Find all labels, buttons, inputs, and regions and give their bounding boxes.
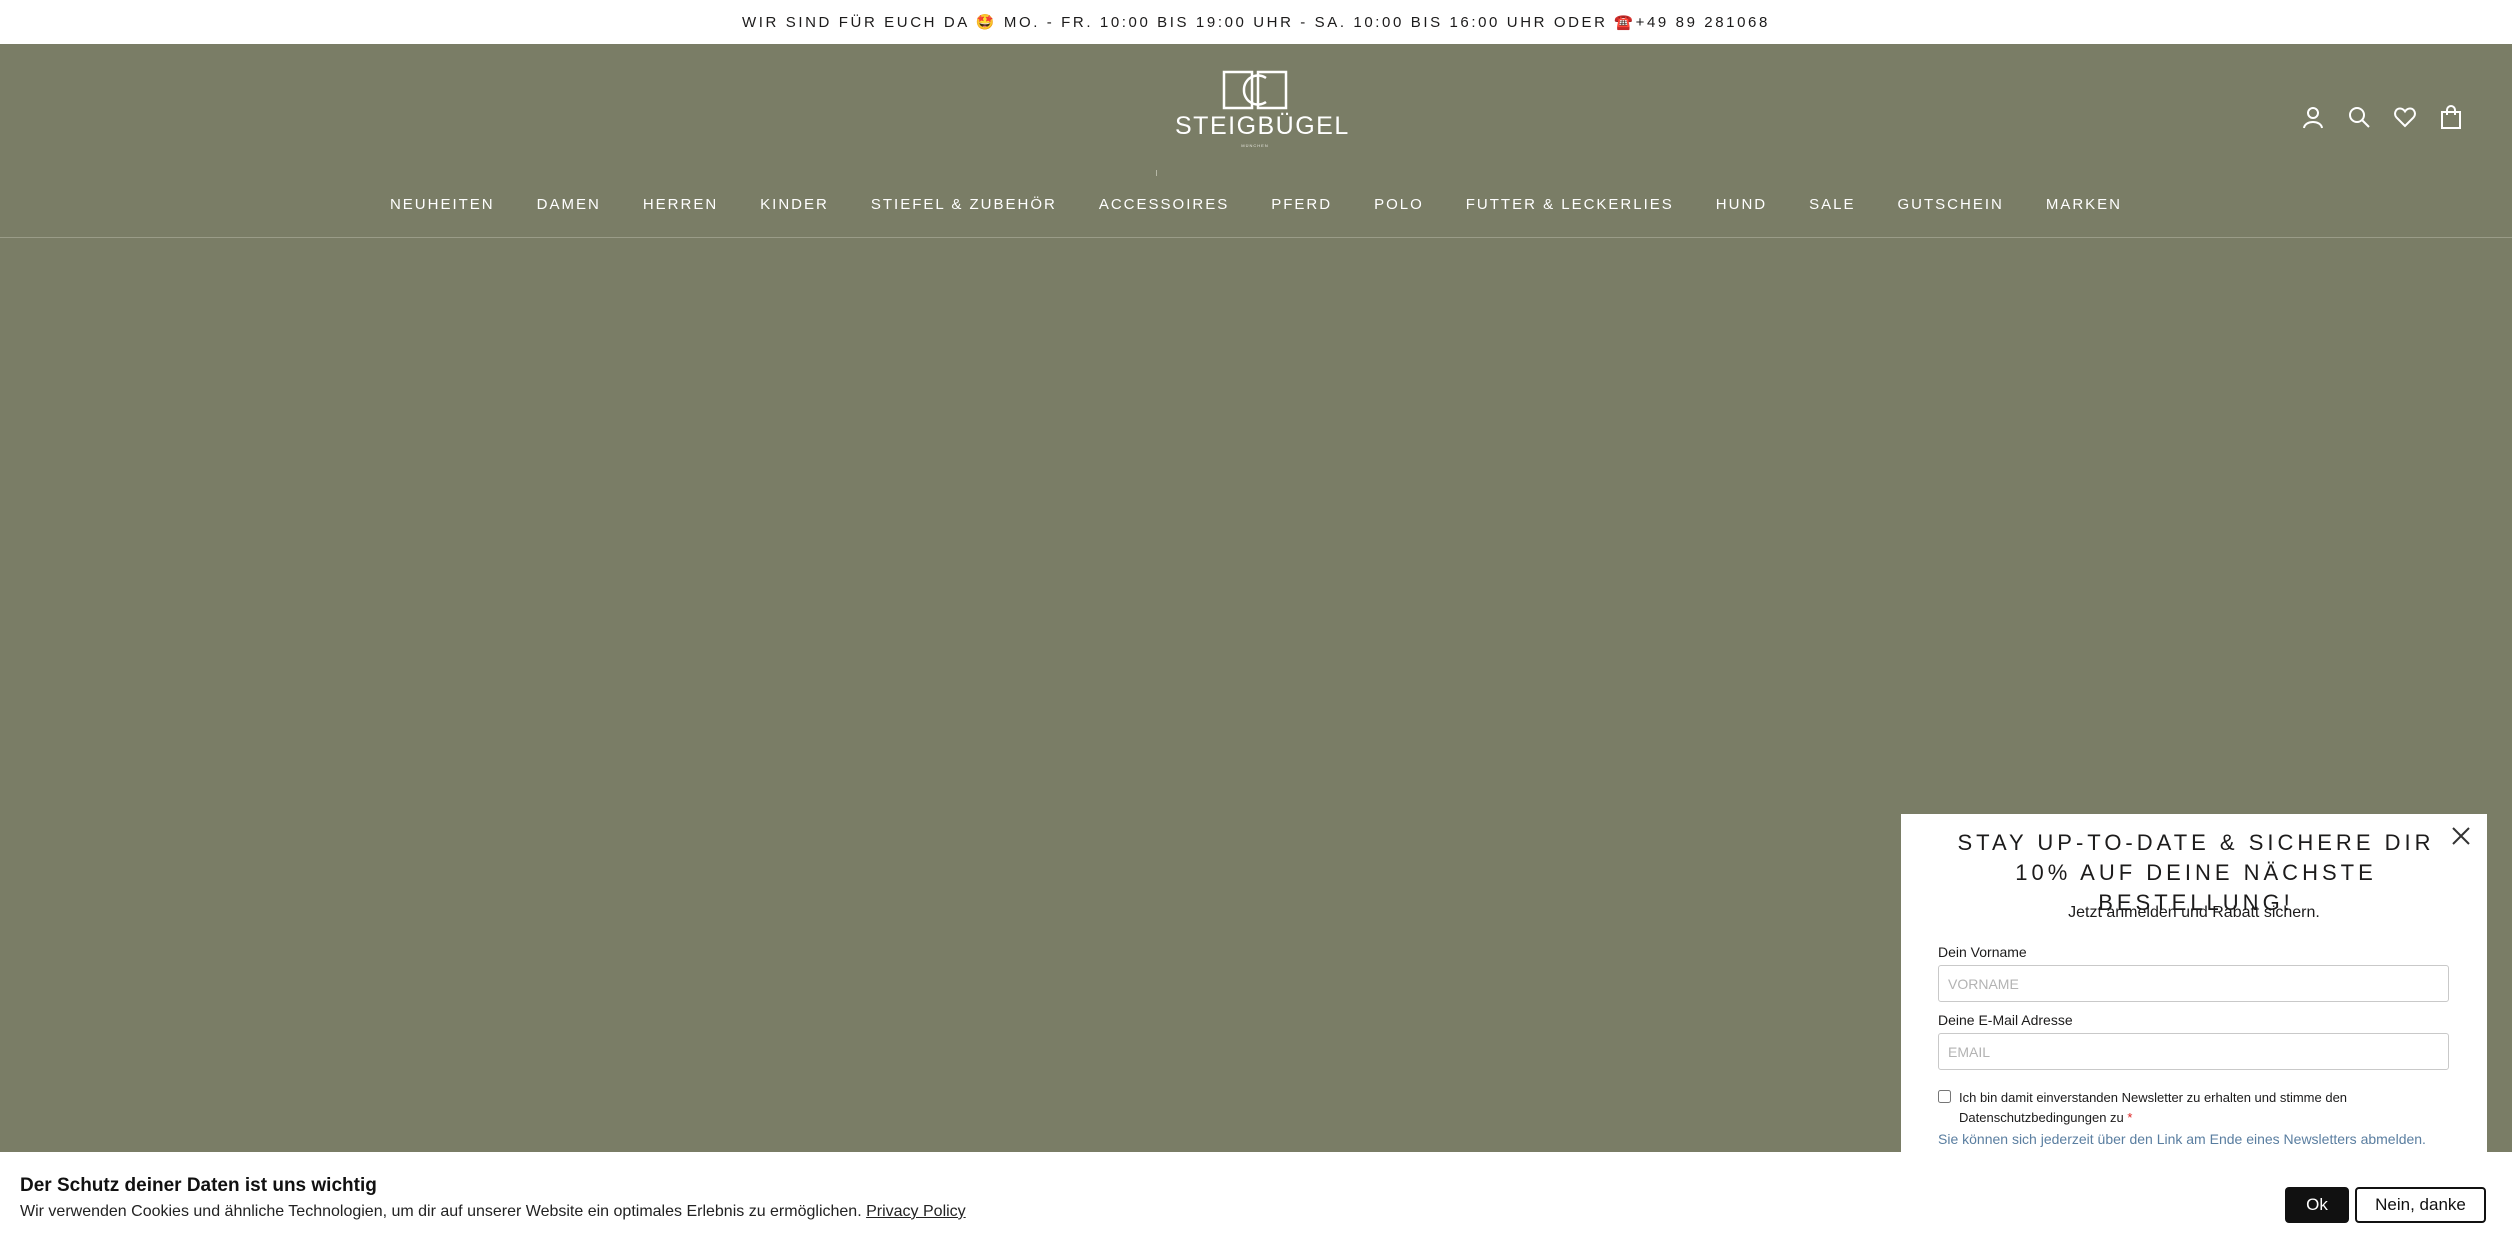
wishlist-icon[interactable] — [2392, 104, 2418, 130]
account-icon[interactable] — [2300, 104, 2326, 130]
cookie-text: Wir verwenden Cookies und ähnliche Techn… — [20, 1203, 862, 1220]
nav-item-pferd[interactable]: PFERD — [1250, 196, 1353, 213]
popup-subtitle: Jetzt anmelden und Rabatt sichern. — [2068, 904, 2320, 921]
consent-text: Ich bin damit einverstanden Newsletter z… — [1959, 1090, 2348, 1125]
nav-item-damen[interactable]: DAMEN — [516, 196, 622, 213]
email-label: Deine E-Mail Adresse — [1938, 1012, 2073, 1028]
announcement-text: WIR SIND FÜR EUCH DA 🤩 MO. - FR. 10:00 B… — [742, 14, 1770, 31]
newsletter-popup: STAY UP-TO-DATE & SICHERE DIR 10% AUF DE… — [1901, 814, 2487, 1174]
cookie-decline-button[interactable]: Nein, danke — [2355, 1187, 2486, 1223]
main-navigation: NEUHEITEN DAMEN HERREN KINDER STIEFEL & … — [0, 196, 2512, 213]
nav-item-accessoires[interactable]: ACCESSOIRES — [1078, 196, 1250, 213]
announcement-bar: WIR SIND FÜR EUCH DA 🤩 MO. - FR. 10:00 B… — [0, 0, 2512, 44]
divider-tick — [1156, 170, 1157, 176]
consent-checkbox[interactable] — [1938, 1090, 1951, 1103]
unsubscribe-note: Sie können sich jederzeit über den Link … — [1938, 1131, 2426, 1147]
cookie-title: Der Schutz deiner Daten ist uns wichtig — [20, 1175, 377, 1196]
telephone-emoji-icon: ☎️ — [1614, 14, 1636, 31]
nav-item-hund[interactable]: HUND — [1695, 196, 1788, 213]
site-header: STEIGBÜGEL MÜNCHEN NEUHEITEN DAMEN HERRE… — [0, 44, 2512, 238]
stirrup-logo-icon — [1222, 70, 1288, 110]
nav-item-stiefel-zubehoer[interactable]: STIEFEL & ZUBEHÖR — [850, 196, 1078, 213]
cookie-ok-button[interactable]: Ok — [2285, 1187, 2349, 1223]
firstname-label: Dein Vorname — [1938, 944, 2027, 960]
header-icons — [2300, 104, 2464, 130]
phone-number[interactable]: +49 89 281068 — [1636, 14, 1770, 31]
nav-item-polo[interactable]: POLO — [1353, 196, 1445, 213]
nav-item-gutschein[interactable]: GUTSCHEIN — [1877, 196, 2025, 213]
nav-item-sale[interactable]: SALE — [1788, 196, 1876, 213]
email-input[interactable] — [1938, 1033, 2449, 1070]
site-logo[interactable]: STEIGBÜGEL MÜNCHEN — [1175, 70, 1350, 170]
nav-item-neuheiten[interactable]: NEUHEITEN — [369, 196, 516, 213]
cart-icon[interactable] — [2438, 104, 2464, 130]
cookie-banner: Der Schutz deiner Daten ist uns wichtig … — [0, 1152, 2512, 1247]
firstname-input[interactable] — [1938, 965, 2449, 1002]
logo-subline: MÜNCHEN — [1241, 143, 1269, 148]
star-struck-emoji-icon: 🤩 — [975, 14, 998, 31]
required-mark: * — [2127, 1110, 2133, 1125]
newsletter-consent: Ich bin damit einverstanden Newsletter z… — [1938, 1088, 2449, 1128]
nav-item-kinder[interactable]: KINDER — [739, 196, 850, 213]
nav-item-futter-leckerlies[interactable]: FUTTER & LECKERLIES — [1445, 196, 1695, 213]
logo-wordmark: STEIGBÜGEL — [1175, 112, 1350, 140]
nav-item-marken[interactable]: MARKEN — [2025, 196, 2143, 213]
nav-item-herren[interactable]: HERREN — [622, 196, 739, 213]
privacy-policy-link[interactable]: Privacy Policy — [866, 1203, 966, 1220]
search-icon[interactable] — [2346, 104, 2372, 130]
